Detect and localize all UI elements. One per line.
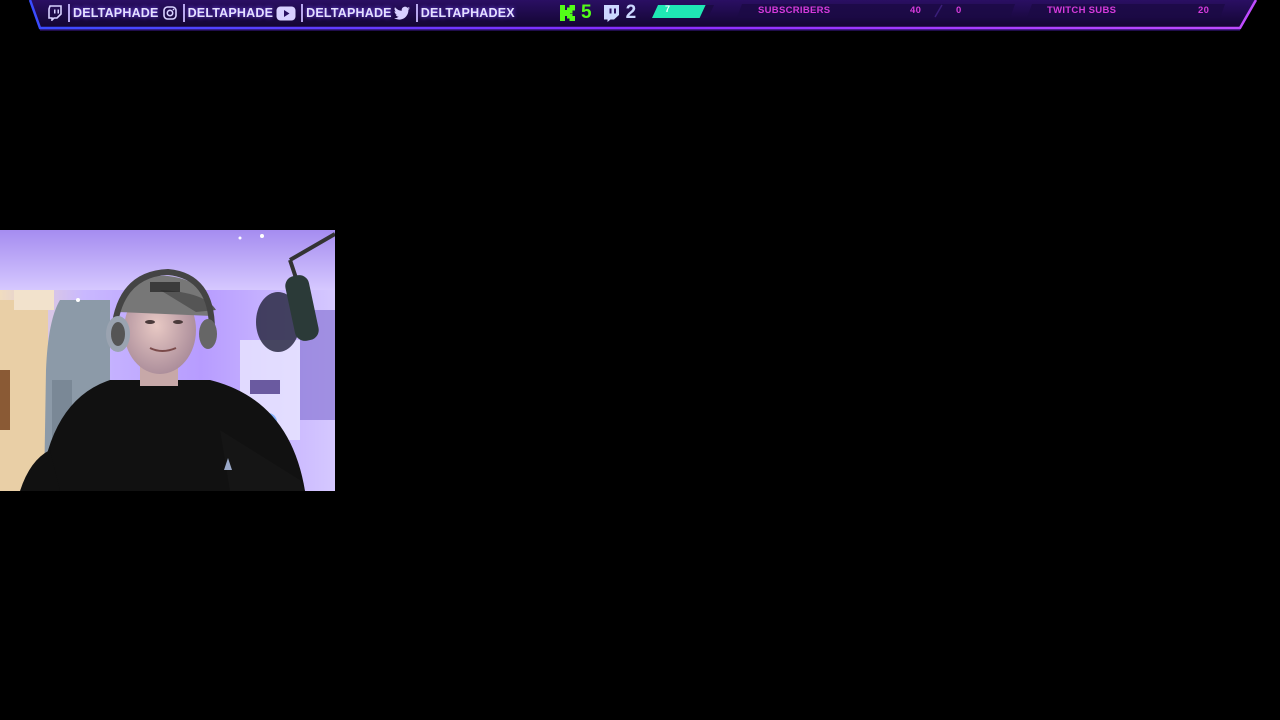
youtube-icon <box>275 4 297 22</box>
social-handle: DELTAPHADE <box>306 6 392 20</box>
goal-subscribers: SUBSCRIBERS 40 0 <box>742 3 1012 19</box>
social-youtube[interactable]: DELTAPHADE <box>275 2 392 24</box>
twitter-icon <box>394 4 412 22</box>
viewer-counters: 5 2 <box>558 2 636 24</box>
goal-current: 0 <box>956 5 962 16</box>
separator <box>415 4 418 22</box>
social-handle: DELTAPHADE <box>187 6 274 20</box>
separator <box>68 4 70 22</box>
instagram-icon <box>161 4 179 22</box>
webcam-feed <box>0 230 335 491</box>
goal-target: 40 <box>910 5 922 16</box>
social-twitter[interactable]: DELTAPHADEX <box>394 2 515 24</box>
social-handles: DELTAPHADE DELTAPHADE DELTAPHADE DELTAPH… <box>46 2 515 24</box>
twitch-icon <box>46 4 64 22</box>
separator <box>182 4 185 22</box>
social-instagram[interactable]: DELTAPHADE <box>161 2 274 24</box>
goal-target: 20 <box>1198 5 1210 16</box>
goal-label: TWITCH SUBS <box>1047 5 1117 16</box>
kick-icon <box>558 3 577 23</box>
separator <box>301 4 304 22</box>
goal-label: SUBSCRIBERS <box>758 5 831 16</box>
social-handle: DELTAPHADE <box>73 6 159 20</box>
social-twitch[interactable]: DELTAPHADE <box>46 2 159 24</box>
progress-bar: 7 <box>650 3 714 19</box>
kick-viewer-count: 5 <box>581 2 592 23</box>
twitch-viewer-count: 2 <box>625 2 637 23</box>
goal-twitch-subs: TWITCH SUBS 20 <box>1032 3 1222 19</box>
progress-value: 7 <box>665 4 671 14</box>
stream-canvas: DELTAPHADE DELTAPHADE DELTAPHADE DELTAPH… <box>0 0 1280 720</box>
twitch-chat-icon <box>602 3 622 23</box>
stream-overlay-bar: DELTAPHADE DELTAPHADE DELTAPHADE DELTAPH… <box>0 0 1280 34</box>
social-handle: DELTAPHADEX <box>420 6 515 20</box>
